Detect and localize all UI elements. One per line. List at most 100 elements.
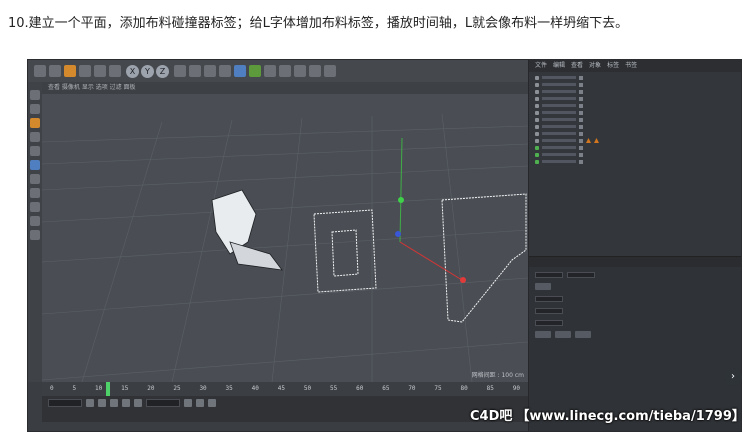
object-row[interactable] <box>535 158 741 165</box>
attribute-button[interactable] <box>535 331 551 338</box>
coordinate-system-icon[interactable] <box>174 65 186 77</box>
cube-icon[interactable] <box>234 65 246 77</box>
object-row[interactable] <box>535 137 741 144</box>
solo-icon[interactable] <box>30 216 40 226</box>
object-row[interactable] <box>535 109 741 116</box>
attribute-field[interactable] <box>567 271 595 278</box>
next-frame-icon[interactable] <box>122 399 130 407</box>
om-tab-objects[interactable]: 对象 <box>589 60 601 72</box>
previous-frame-icon[interactable] <box>98 399 106 407</box>
watermark-link[interactable]: 【www.linecg.com/tieba/1799】 <box>516 409 745 424</box>
render-settings-icon[interactable] <box>219 65 231 77</box>
attribute-row <box>535 294 738 303</box>
object-row[interactable] <box>535 123 741 130</box>
cloth-tag-icon[interactable] <box>586 138 591 143</box>
timeline-tick: 65 <box>382 385 390 392</box>
axis-z-button[interactable]: Z <box>156 64 169 78</box>
attribute-field[interactable] <box>535 307 563 314</box>
visibility-dot[interactable] <box>579 96 583 101</box>
om-tab-edit[interactable]: 编辑 <box>553 60 565 72</box>
object-row[interactable] <box>535 81 741 88</box>
visibility-dot[interactable] <box>579 159 583 164</box>
playhead[interactable] <box>106 382 110 396</box>
move-gizmo <box>395 137 466 283</box>
model-mode-icon[interactable] <box>30 160 40 170</box>
edges-mode-icon[interactable] <box>30 132 40 142</box>
select-tool-icon[interactable] <box>64 65 76 77</box>
axis-x-button[interactable]: X <box>126 64 139 78</box>
scene-icon[interactable] <box>294 65 306 77</box>
points-mode-icon[interactable] <box>30 118 40 128</box>
object-icon <box>535 152 539 157</box>
visibility-dot[interactable] <box>579 89 583 94</box>
go-to-start-icon[interactable] <box>86 399 94 407</box>
watermark-logo: C4D吧 <box>470 409 513 424</box>
attribute-field[interactable] <box>535 295 563 302</box>
object-row[interactable] <box>535 151 741 158</box>
end-frame-field[interactable] <box>146 399 180 407</box>
axis-lock-group: X Y Z <box>126 64 169 78</box>
scale-tool-icon[interactable] <box>94 65 106 77</box>
attribute-button[interactable] <box>555 331 571 338</box>
light-icon[interactable] <box>324 65 336 77</box>
magnet-icon[interactable] <box>30 230 40 240</box>
autokey-icon[interactable] <box>196 399 204 407</box>
visibility-dot[interactable] <box>579 145 583 150</box>
object-row[interactable] <box>535 88 741 95</box>
object-row[interactable] <box>535 116 741 123</box>
scroll-next-button[interactable]: › <box>724 368 742 386</box>
visibility-dot[interactable] <box>579 103 583 108</box>
object-icon <box>535 138 539 143</box>
axis-mode-icon[interactable] <box>30 174 40 184</box>
visibility-dot[interactable] <box>579 82 583 87</box>
visibility-dot[interactable] <box>579 131 583 136</box>
visibility-dot[interactable] <box>579 75 583 80</box>
render-view-icon[interactable] <box>189 65 201 77</box>
visibility-dot[interactable] <box>579 124 583 129</box>
object-row[interactable] <box>535 144 741 151</box>
texture-mode-icon[interactable] <box>30 104 40 114</box>
keyframe-icon[interactable] <box>208 399 216 407</box>
object-name <box>542 97 576 100</box>
attribute-tabs[interactable] <box>529 257 741 267</box>
axis-y-button[interactable]: Y <box>141 64 154 78</box>
deformer-icon[interactable] <box>279 65 291 77</box>
polygons-mode-icon[interactable] <box>30 146 40 156</box>
visibility-dot[interactable] <box>579 117 583 122</box>
perspective-viewport[interactable]: 查看 摄像机 显示 选项 过滤 面板 网格间距: 100 cm <box>42 82 528 382</box>
move-tool-icon[interactable] <box>79 65 91 77</box>
om-tab-view[interactable]: 查看 <box>571 60 583 72</box>
timeline-tick: 30 <box>199 385 207 392</box>
array-icon[interactable] <box>264 65 276 77</box>
make-editable-icon[interactable] <box>30 90 40 100</box>
redo-icon[interactable] <box>49 65 61 77</box>
undo-icon[interactable] <box>34 65 46 77</box>
start-frame-field[interactable] <box>48 399 82 407</box>
visibility-dot[interactable] <box>579 110 583 115</box>
attribute-button[interactable] <box>575 331 591 338</box>
cloth-tag-icon[interactable] <box>594 138 599 143</box>
timeline-ruler[interactable]: 0 5 10 15 20 25 30 35 40 45 50 55 60 65 … <box>42 382 528 396</box>
record-icon[interactable] <box>184 399 192 407</box>
attribute-field[interactable] <box>535 319 563 326</box>
play-icon[interactable] <box>110 399 118 407</box>
object-row[interactable] <box>535 102 741 109</box>
om-tab-tags[interactable]: 标签 <box>607 60 619 72</box>
visibility-dot[interactable] <box>579 138 583 143</box>
attribute-button[interactable] <box>535 283 551 290</box>
go-to-end-icon[interactable] <box>134 399 142 407</box>
camera-icon[interactable] <box>309 65 321 77</box>
object-row[interactable] <box>535 74 741 81</box>
timeline-tick: 50 <box>303 385 312 392</box>
workplane-icon[interactable] <box>30 202 40 212</box>
attribute-field[interactable] <box>535 271 563 278</box>
om-tab-bookmarks[interactable]: 书签 <box>625 60 637 72</box>
snap-icon[interactable] <box>30 188 40 198</box>
subdivision-icon[interactable] <box>249 65 261 77</box>
object-row[interactable] <box>535 130 741 137</box>
visibility-dot[interactable] <box>579 152 583 157</box>
om-tab-file[interactable]: 文件 <box>535 60 547 72</box>
object-row[interactable] <box>535 95 741 102</box>
render-picture-icon[interactable] <box>204 65 216 77</box>
rotate-tool-icon[interactable] <box>109 65 121 77</box>
